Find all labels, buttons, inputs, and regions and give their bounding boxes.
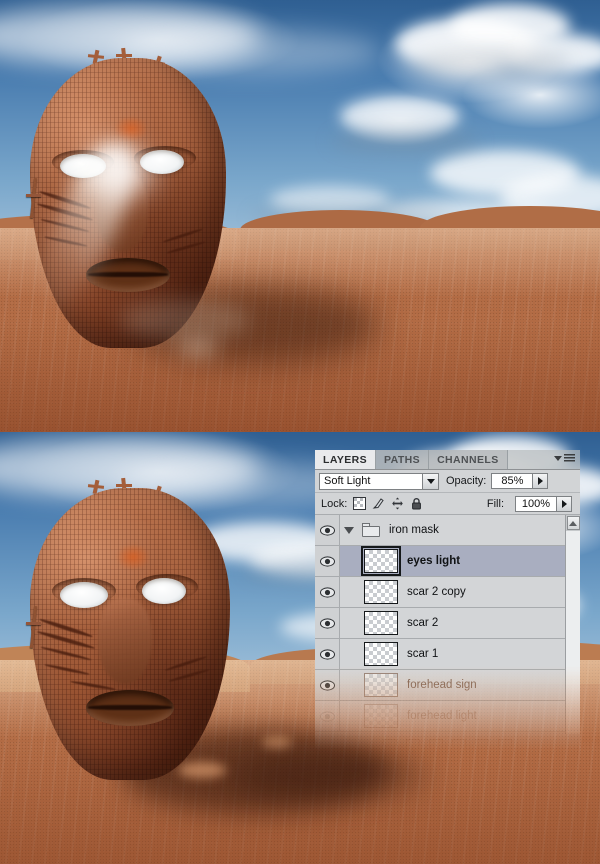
group-disclosure-triangle-icon[interactable] — [340, 526, 358, 534]
visibility-toggle[interactable] — [315, 701, 340, 731]
eye-icon — [319, 617, 335, 629]
beam-ground-hotspot-top — [178, 342, 218, 354]
layer-name[interactable]: scar 2 copy — [407, 586, 466, 598]
panel-menu-lines-icon — [564, 454, 575, 463]
layer-thumbnail[interactable] — [364, 580, 398, 604]
layer-name[interactable]: scar 2 — [407, 617, 438, 629]
layers-panel[interactable]: LAYERS PATHS CHANNELS Soft Light Opacity… — [315, 450, 580, 758]
blend-opacity-row[interactable]: Soft Light Opacity: 85% — [315, 470, 580, 493]
layer-thumbnail[interactable] — [361, 546, 401, 576]
fill-label: Fill: — [486, 497, 504, 510]
eye-icon — [319, 586, 335, 598]
layer-list[interactable]: iron mask eyes light scar 2 copy scar 2 … — [315, 515, 580, 734]
tab-bar-filler — [507, 450, 580, 469]
top-scene-image — [0, 0, 600, 432]
mask-cast-shadow-tail — [230, 750, 430, 800]
opacity-stepper-icon[interactable] — [532, 474, 548, 488]
layer-thumbnail[interactable] — [364, 611, 398, 635]
fill-value[interactable]: 100% — [516, 498, 556, 510]
layer-row-scar-2-copy[interactable]: scar 2 copy — [315, 577, 580, 608]
layer-name[interactable]: eyes light — [407, 555, 460, 567]
scrollbar-track[interactable] — [566, 531, 580, 734]
layer-name[interactable]: forehead sign — [407, 679, 477, 691]
layer-thumbnail[interactable] — [364, 704, 398, 728]
lock-image-pixels-icon[interactable] — [372, 497, 385, 510]
visibility-toggle[interactable] — [315, 670, 340, 700]
eye-icon — [319, 679, 335, 691]
layer-name[interactable]: forehead light — [407, 710, 477, 722]
fill-stepper-icon[interactable] — [556, 496, 571, 511]
visibility-toggle[interactable] — [315, 546, 340, 576]
lock-label: Lock: — [321, 497, 348, 510]
eye-icon-off — [319, 710, 335, 722]
eye-icon — [319, 524, 335, 536]
screenshot-root: LAYERS PATHS CHANNELS Soft Light Opacity… — [0, 0, 600, 864]
fill-field[interactable]: 100% — [515, 495, 572, 512]
tab-paths[interactable]: PATHS — [376, 450, 430, 469]
blend-mode-value: Soft Light — [324, 475, 371, 487]
visibility-toggle[interactable] — [315, 577, 340, 607]
shadow-highlight-gap-2 — [262, 736, 292, 748]
lock-all-icon[interactable] — [410, 497, 423, 510]
folder-icon — [362, 523, 380, 537]
eye-icon — [319, 555, 335, 567]
forehead-sign-mark — [114, 116, 148, 142]
layer-name[interactable]: scar 1 — [407, 648, 438, 660]
visibility-toggle[interactable] — [315, 608, 340, 638]
layer-row-scar-1[interactable]: scar 1 — [315, 639, 580, 670]
panel-tab-bar[interactable]: LAYERS PATHS CHANNELS — [315, 450, 580, 470]
panel-menu-icon[interactable] — [554, 454, 575, 463]
layer-list-scrollbar[interactable] — [565, 515, 580, 734]
eye-icon — [319, 648, 335, 660]
tab-layers[interactable]: LAYERS — [315, 450, 377, 469]
tab-channels[interactable]: CHANNELS — [429, 450, 508, 469]
layer-name[interactable]: iron mask — [389, 524, 439, 536]
iron-mask-head-bottom — [26, 477, 230, 780]
eyes-light-glow-top — [84, 150, 154, 194]
panel-menu-triangle-icon — [554, 456, 562, 461]
chevron-down-icon[interactable] — [422, 473, 438, 489]
visibility-toggle[interactable] — [315, 515, 340, 545]
lock-transparent-pixels-icon[interactable] — [353, 497, 367, 510]
layer-thumbnail[interactable] — [364, 642, 398, 666]
layer-row-eyes-light[interactable]: eyes light — [315, 546, 580, 577]
opacity-value[interactable]: 85% — [492, 475, 532, 487]
lock-position-icon[interactable] — [391, 497, 404, 510]
beam-ground-haze-top — [120, 300, 250, 340]
layer-thumbnail[interactable] — [364, 673, 398, 697]
visibility-toggle[interactable] — [315, 639, 340, 669]
opacity-label: Opacity: — [446, 475, 487, 487]
scroll-up-icon[interactable] — [566, 516, 580, 530]
layer-row-forehead-light[interactable]: forehead light — [315, 701, 580, 732]
layer-row-iron-mask[interactable]: iron mask — [315, 515, 580, 546]
layer-row-scar-2[interactable]: scar 2 — [315, 608, 580, 639]
blend-mode-select[interactable]: Soft Light — [319, 472, 439, 490]
lock-fill-row[interactable]: Lock: Fill: 100% — [315, 493, 580, 515]
layer-row-forehead-sign[interactable]: forehead sign — [315, 670, 580, 701]
opacity-field[interactable]: 85% — [491, 473, 549, 489]
